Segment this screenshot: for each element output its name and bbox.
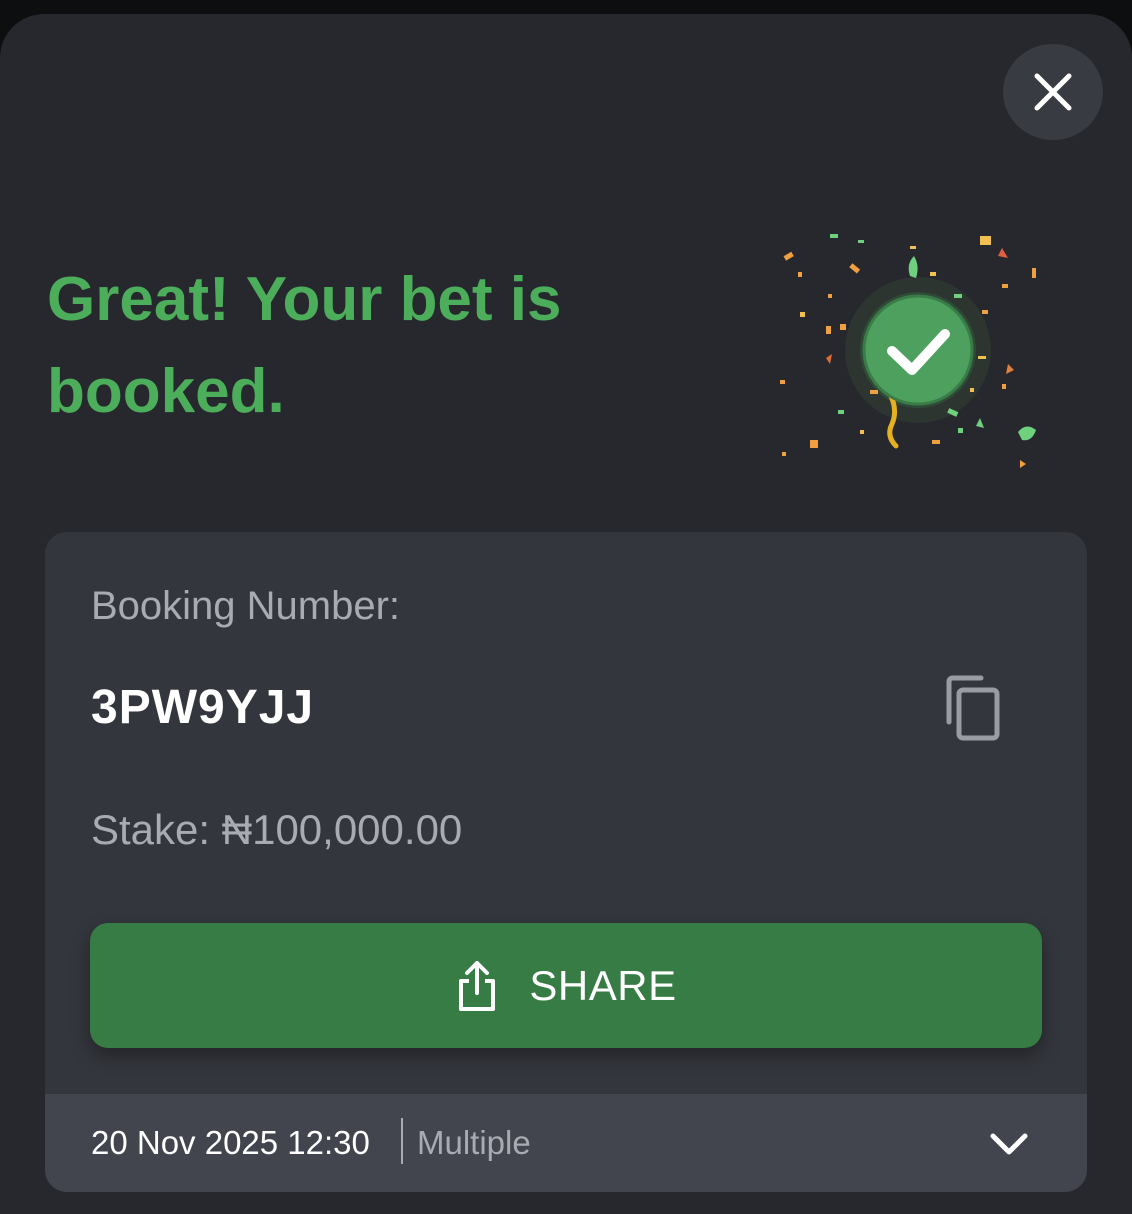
stake-row: Stake: ₦100,000.00 [91, 806, 462, 854]
close-button[interactable] [1003, 44, 1103, 140]
bet-details-footer[interactable]: 20 Nov 2025 12:30 Multiple [45, 1094, 1087, 1192]
booking-confirmation-sheet: Great! Your bet is booked. Booking Numbe… [0, 14, 1132, 1214]
stake-value: ₦100,000.00 [221, 806, 463, 853]
share-icon [459, 960, 496, 1011]
booking-card: Booking Number: 3PW9YJJ Stake: ₦100,000.… [45, 532, 1087, 1192]
bet-date: 20 Nov 2025 12:30 [91, 1124, 370, 1161]
checkmark-confetti-icon [780, 234, 1036, 468]
bet-type: Multiple [417, 1124, 531, 1161]
footer-divider [401, 1118, 403, 1164]
confirmation-headline: Great! Your bet is booked. [47, 265, 562, 426]
chevron-down-icon [990, 1133, 1028, 1155]
booking-number-label: Booking Number: [91, 584, 401, 628]
booking-code: 3PW9YJJ [91, 681, 315, 734]
expand-details-button[interactable] [985, 1124, 1033, 1164]
share-button[interactable]: SHARE [90, 923, 1042, 1048]
close-icon [1034, 73, 1072, 111]
copy-button[interactable] [941, 674, 1005, 746]
stake-label: Stake: [91, 806, 211, 853]
copy-icon [946, 675, 1000, 741]
share-button-label: SHARE [529, 961, 677, 1009]
